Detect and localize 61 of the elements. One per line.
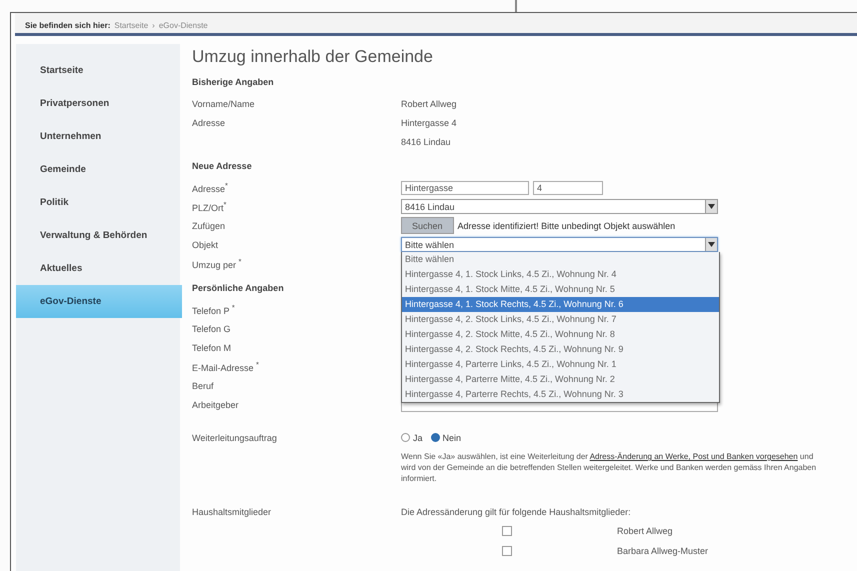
field-label: Telefon G	[192, 324, 231, 334]
field-label: Adresse$^{*}$	[192, 184, 228, 194]
radio-button[interactable]	[430, 433, 440, 442]
field-label: Zufügen	[192, 220, 226, 230]
dropdown-option[interactable]: Hintergasse 4, 1. Stock Links, 4.5 Zi., Wohnung Nr. 4	[402, 267, 719, 282]
sidebar-item[interactable]: Verwaltung & Behörden	[16, 219, 180, 252]
member-name: Barbara Allweg-Muster	[617, 546, 708, 556]
dropdown-option[interactable]: Hintergasse 4, 2. Stock Links, 4.5 Zi., Wohnung Nr. 7	[402, 312, 719, 327]
dropdown-option[interactable]: Hintergasse 4, 1. Stock Rechts, 4.5 Zi., Wohnung Nr. 6	[402, 297, 719, 312]
section-heading: Persönliche Angaben	[192, 283, 284, 295]
radio-button[interactable]	[401, 433, 410, 442]
member-name: Robert Allweg	[617, 526, 673, 536]
field-label: Adresse	[192, 118, 226, 128]
sidebar-item[interactable]: eGov-Dienste	[16, 285, 182, 318]
sidebar-item[interactable]: Aktuelles	[16, 252, 180, 285]
field-label: Arbeitgeber	[192, 400, 239, 410]
status-message: Adresse identifiziert! Bitte unbedingt Objekt auswählen	[458, 220, 676, 230]
sidebar-item[interactable]: Politik	[16, 186, 180, 219]
dropdown-option[interactable]: Bitte wählen	[402, 252, 719, 267]
sidebar-item[interactable]: Unternehmen	[16, 120, 180, 153]
info-paragraph: Wenn Sie «Ja» auswählen, ist eine Weiterleitung der Adress-Änderung an Werke, Post und Banken vorgesehen und wird von der Gemeinde an die betreffenden Stellen weitergeleitet. Werke und Banken werden gemäss Ihren Angaben informiert.	[401, 451, 818, 484]
field-label: E-Mail-Adresse $^{*}$	[192, 363, 259, 373]
field-label: Vorname/Name	[192, 98, 255, 108]
field-label: Objekt	[192, 240, 218, 250]
dropdown-option[interactable]: Hintergasse 4, Parterre Mitte, 4.5 Zi., Wohnung Nr. 2	[402, 372, 719, 387]
select-field[interactable]: Bitte wählen	[401, 237, 718, 252]
field-label: Beruf	[192, 380, 214, 390]
field-value: Hintergasse 4	[401, 118, 457, 128]
dropdown-option[interactable]: Hintergasse 4, 2. Stock Mitte, 4.5 Zi., Wohnung Nr. 8	[402, 327, 719, 342]
street-field[interactable]: Hintergasse	[401, 180, 529, 194]
sidebar-item[interactable]: Privatpersonen	[16, 87, 180, 120]
select-field[interactable]: 8416 Lindau	[401, 199, 718, 214]
field-label: Umzug per $^{*}$	[192, 260, 242, 270]
breadcrumb-label: Sie befinden sich hier:	[25, 20, 110, 30]
page-title: Umzug innerhalb der Gemeinde	[192, 47, 434, 67]
breadcrumb-link[interactable]: eGov-Dienste	[158, 20, 208, 30]
checkbox[interactable]	[502, 526, 512, 536]
section-heading: Bisherige Angaben	[192, 77, 274, 89]
field-value: 8416 Lindau	[401, 136, 451, 146]
breadcrumb-link[interactable]: Startseite	[114, 20, 148, 30]
breadcrumb-separator: ›	[152, 20, 155, 30]
dropdown-option[interactable]: Hintergasse 4, Parterre Links, 4.5 Zi., Wohnung Nr. 1	[402, 357, 719, 372]
field-label: PLZ/Ort$^{*}$	[192, 203, 226, 213]
dropdown-option[interactable]: Hintergasse 4, Parterre Rechts, 4.5 Zi., Wohnung Nr. 3	[402, 387, 719, 402]
search-button[interactable]: Suchen	[401, 217, 454, 234]
field-label: Telefon P $^{*}$	[192, 306, 235, 316]
checkbox[interactable]	[502, 546, 512, 556]
section-heading: Neue Adresse	[192, 161, 252, 173]
house-number-field[interactable]: 4	[533, 180, 603, 194]
field-label: Haushaltsmitglieder	[192, 506, 272, 516]
radio-label: Nein	[442, 432, 462, 442]
dropdown-option[interactable]: Hintergasse 4, 2. Stock Rechts, 4.5 Zi., Wohnung Nr. 9	[402, 342, 719, 357]
info-text: Die Adressänderung gilt für folgende Haushaltsmitglieder:	[401, 506, 631, 516]
sidebar-item[interactable]: Gemeinde	[16, 153, 180, 186]
field-label: Weiterleitungsauftrag	[192, 432, 277, 442]
field-value: Robert Allweg	[401, 98, 457, 108]
info-link[interactable]: Adress-Änderung an Werke, Post und Banken vorgesehen	[590, 452, 798, 461]
dropdown-option[interactable]: Hintergasse 4, 1. Stock Mitte, 4.5 Zi., Wohnung Nr. 5	[402, 282, 719, 297]
sidebar-item[interactable]: Startseite	[16, 54, 180, 87]
field-label: Telefon M	[192, 342, 232, 352]
radio-label: Ja	[413, 432, 423, 442]
